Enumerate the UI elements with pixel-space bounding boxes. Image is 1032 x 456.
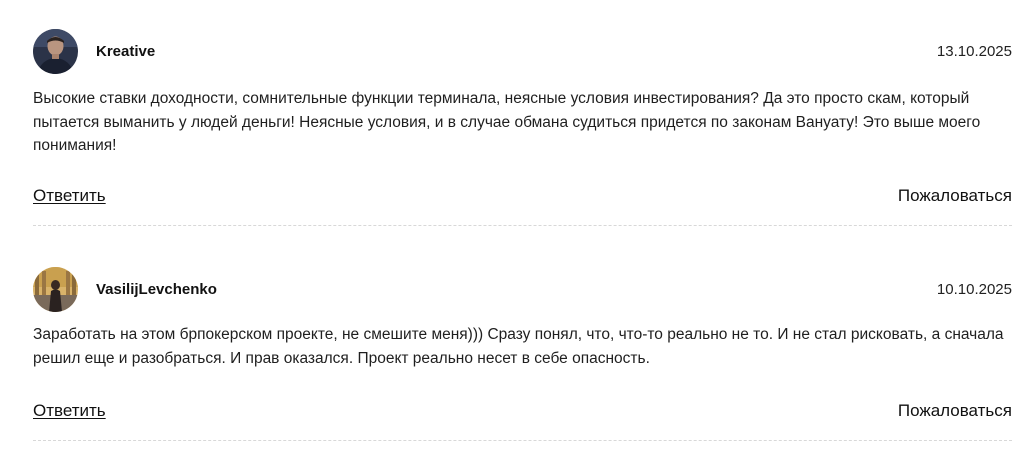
comment-date: 13.10.2025: [936, 43, 1012, 60]
author-name: VasilijLevchenko: [96, 281, 217, 298]
comment-item: VasilijLevchenko 10.10.2025 Заработать н…: [33, 267, 1012, 441]
comment-actions: Ответить Пожаловаться: [33, 185, 1012, 207]
comment-header: VasilijLevchenko 10.10.2025: [33, 267, 1012, 313]
complain-link[interactable]: Пожаловаться: [898, 185, 1012, 207]
avatar: [33, 267, 78, 312]
comment-date: 10.10.2025: [936, 281, 1012, 298]
comment-item: Kreative 13.10.2025 Высокие ставки доход…: [33, 29, 1012, 226]
reply-link[interactable]: Ответить: [33, 400, 106, 422]
avatar: [33, 29, 78, 74]
user-photo-avatar-icon: [33, 267, 78, 312]
reply-link[interactable]: Ответить: [33, 185, 106, 207]
divider: [33, 440, 1012, 441]
divider: [33, 225, 1012, 226]
complain-link[interactable]: Пожаловаться: [898, 400, 1012, 422]
comment-text: Заработать на этом брпокерском проекте, …: [33, 326, 1004, 367]
comment-text: Высокие ставки доходности, сомнительные …: [33, 90, 981, 154]
comments-list: Kreative 13.10.2025 Высокие ставки доход…: [0, 0, 1032, 456]
author-name: Kreative: [96, 43, 156, 60]
comment-header: Kreative 13.10.2025: [33, 29, 1012, 75]
comment-actions: Ответить Пожаловаться: [33, 400, 1012, 422]
user-photo-avatar-icon: [33, 29, 78, 74]
